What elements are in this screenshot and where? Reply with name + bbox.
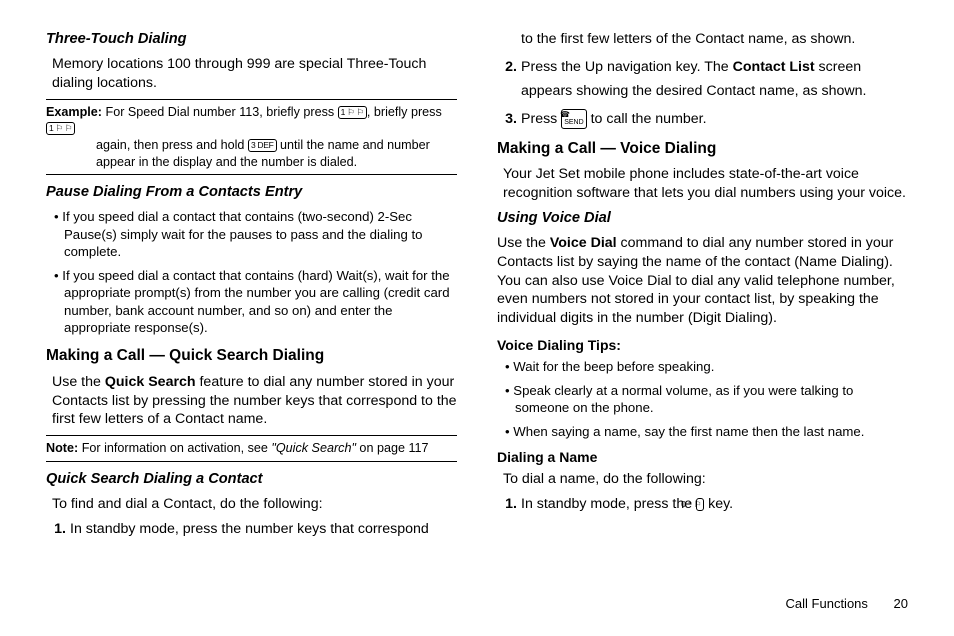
heading-pause: Pause Dialing From a Contacts Entry [46,183,457,202]
heading-three-touch: Three-Touch Dialing [46,30,457,49]
para-uvd: Use the Voice Dial command to dial any n… [497,234,908,328]
note-box: Note: For information on activation, see… [46,435,457,462]
key-one-icon: 1 ⚐ ⚐ [338,106,367,119]
example-label: Example: [46,105,102,119]
tip-1: Wait for the beep before speaking. [515,358,908,375]
heading-quick-search: Making a Call — Quick Search Dialing [46,346,457,366]
note-text-b: on page 117 [356,441,429,455]
heading-dname: Dialing a Name [497,448,908,466]
para-qsdc: To find and dial a Contact, do the follo… [52,495,457,514]
para-voice: Your Jet Set mobile phone includes state… [503,165,908,202]
note-italic: "Quick Search" [271,441,356,455]
step-2: 2.Press the Up navigation key. The Conta… [521,55,908,103]
step-2-bold: Contact List [733,59,815,75]
step-3b: to call the number. [587,111,707,127]
example-text-1: For Speed Dial number 113, briefly press [106,105,338,119]
heading-voice: Making a Call — Voice Dialing [497,139,908,159]
send-key-icon: SEND [561,109,586,129]
page-body: Three-Touch Dialing Memory locations 100… [0,0,954,580]
step-1-text: In standby mode, press the number keys t… [70,521,429,537]
note-text-a: For information on activation, see [82,441,272,455]
para-dname: To dial a name, do the following: [503,470,908,489]
footer-page-number: 20 [894,596,908,611]
dname-step-1a: In standby mode, press the [521,496,696,512]
key-zero-icon: 0 ⁺ ⚐ [696,498,704,511]
step-1-cont: to the first few letters of the Contact … [521,30,908,49]
key-three-icon: 3 DEF [248,139,277,152]
heading-tips: Voice Dialing Tips: [497,336,908,354]
uvd-a: Use the [497,235,550,251]
para-three-touch: Memory locations 100 through 999 are spe… [52,55,457,92]
qs-text-a: Use the [52,374,105,390]
tip-2: Speak clearly at a normal volume, as if … [515,382,908,417]
uvd-bold: Voice Dial [550,235,617,251]
step-3a: Press [521,111,561,127]
example-line2: again, then press and hold 3 DEF until t… [96,137,457,170]
step-1: 1.In standby mode, press the number keys… [70,520,457,539]
bullet-pause-2: If you speed dial a contact that contain… [64,267,457,337]
note-label: Note: [46,441,78,455]
step-3: 3.Press SEND to call the number. [521,109,908,129]
dname-step-1b: key. [704,496,733,512]
example-text-3: again, then press and hold [96,138,248,152]
bullet-pause-1: If you speed dial a contact that contain… [64,208,457,260]
heading-qsdc: Quick Search Dialing a Contact [46,470,457,489]
footer-section: Call Functions [786,596,868,611]
qs-bold: Quick Search [105,374,196,390]
example-box: Example: For Speed Dial number 113, brie… [46,99,457,175]
heading-uvd: Using Voice Dial [497,209,908,228]
key-one-icon: 1 ⚐ ⚐ [46,122,75,135]
dname-step-1: 1.In standby mode, press the 0 ⁺ ⚐ key. [521,495,908,514]
page-footer: Call Functions 20 [786,596,908,611]
tip-3: When saying a name, say the first name t… [515,423,908,440]
para-quick-search: Use the Quick Search feature to dial any… [52,373,457,429]
step-2a: Press the Up navigation key. The [521,59,733,75]
example-text-2: , briefly press [367,105,442,119]
